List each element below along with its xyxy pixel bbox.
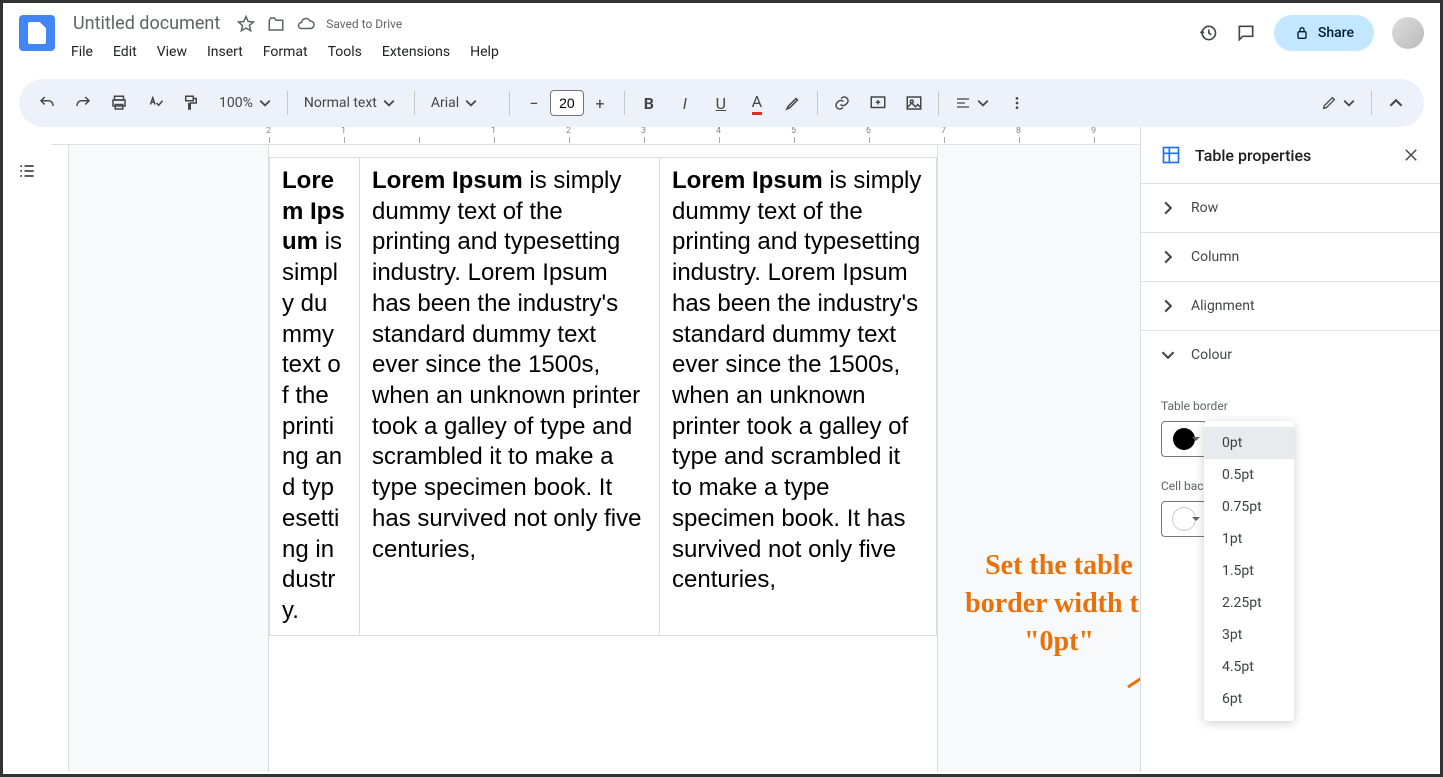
- chevron-right-icon: [1161, 299, 1175, 313]
- border-width-menu: 0pt 0.5pt 0.75pt 1pt 1.5pt 2.25pt 3pt 4.…: [1204, 421, 1294, 721]
- font-dropdown[interactable]: Arial: [423, 87, 501, 119]
- sidebar-item-column[interactable]: Column: [1141, 233, 1440, 281]
- font-size-input[interactable]: [550, 90, 584, 116]
- menu-extensions[interactable]: Extensions: [374, 40, 458, 64]
- star-icon[interactable]: [236, 14, 256, 34]
- vertical-ruler: [51, 145, 69, 772]
- sidebar-item-row[interactable]: Row: [1141, 184, 1440, 232]
- cloud-icon[interactable]: [296, 14, 316, 34]
- font-size-decrease[interactable]: −: [518, 87, 550, 119]
- border-width-option[interactable]: 1pt: [1204, 523, 1294, 555]
- chevron-right-icon: [1161, 201, 1175, 215]
- underline-button[interactable]: U: [705, 87, 737, 119]
- undo-button[interactable]: [31, 87, 63, 119]
- move-icon[interactable]: [266, 14, 286, 34]
- menu-format[interactable]: Format: [255, 40, 316, 64]
- menubar: File Edit View Insert Format Tools Exten…: [63, 40, 1198, 64]
- menu-help[interactable]: Help: [462, 40, 507, 64]
- more-button[interactable]: [1001, 87, 1033, 119]
- border-width-option[interactable]: 6pt: [1204, 683, 1294, 715]
- table-cell[interactable]: Lorem Ipsum is simply dummy text of the …: [660, 158, 937, 636]
- table-cell[interactable]: Lorem Ipsum is simply dummy text of the …: [360, 158, 660, 636]
- comments-icon[interactable]: [1236, 23, 1256, 43]
- align-dropdown[interactable]: [947, 87, 997, 119]
- menu-file[interactable]: File: [63, 40, 101, 64]
- redo-button[interactable]: [67, 87, 99, 119]
- print-button[interactable]: [103, 87, 135, 119]
- spellcheck-button[interactable]: [139, 87, 171, 119]
- share-button[interactable]: Share: [1274, 15, 1374, 51]
- border-width-option[interactable]: 0pt: [1204, 427, 1294, 459]
- save-status: Saved to Drive: [326, 17, 402, 31]
- document-table[interactable]: Lorem Ipsum is simply dummy text of the …: [269, 157, 937, 636]
- chevron-down-icon: [1161, 348, 1175, 362]
- border-width-option[interactable]: 1.5pt: [1204, 555, 1294, 587]
- italic-button[interactable]: I: [669, 87, 701, 119]
- chevron-right-icon: [1161, 250, 1175, 264]
- border-width-option[interactable]: 4.5pt: [1204, 651, 1294, 683]
- sidebar-item-colour[interactable]: Colour: [1141, 331, 1440, 379]
- horizontal-ruler: 2 1 1 2 3 4 5 6 7 8 9 10 11 12 13 14 15: [51, 127, 1140, 145]
- border-width-option[interactable]: 2.25pt: [1204, 587, 1294, 619]
- border-color-dropdown[interactable]: [1161, 421, 1207, 457]
- text-color-button[interactable]: A: [741, 87, 773, 119]
- menu-insert[interactable]: Insert: [199, 40, 251, 64]
- paint-format-button[interactable]: [175, 87, 207, 119]
- collapse-toolbar-button[interactable]: [1380, 87, 1412, 119]
- table-cell[interactable]: Lorem Ipsum is simply dummy text of the …: [270, 158, 360, 636]
- highlight-button[interactable]: [777, 87, 809, 119]
- editing-mode-dropdown[interactable]: [1313, 87, 1363, 119]
- sidebar-item-alignment[interactable]: Alignment: [1141, 282, 1440, 330]
- toolbar: 100% Normal text Arial − + B I U A: [19, 79, 1424, 127]
- background-color-dropdown[interactable]: [1161, 501, 1207, 537]
- history-icon[interactable]: [1198, 23, 1218, 43]
- comment-button[interactable]: [862, 87, 894, 119]
- docs-logo[interactable]: [19, 15, 55, 51]
- page[interactable]: Lorem Ipsum is simply dummy text of the …: [269, 145, 937, 772]
- menu-tools[interactable]: Tools: [320, 40, 370, 64]
- border-width-option[interactable]: 0.75pt: [1204, 491, 1294, 523]
- menu-view[interactable]: View: [149, 40, 195, 64]
- border-width-option[interactable]: 3pt: [1204, 619, 1294, 651]
- outline-icon[interactable]: [11, 155, 43, 187]
- table-border-label: Table border: [1161, 399, 1420, 413]
- table-icon: [1161, 145, 1181, 165]
- style-dropdown[interactable]: Normal text: [296, 87, 406, 119]
- annotation-text: Set the table border width to "0pt": [949, 547, 1140, 660]
- menu-edit[interactable]: Edit: [105, 40, 145, 64]
- document-title[interactable]: Untitled document: [67, 11, 226, 36]
- close-sidebar-button[interactable]: [1402, 146, 1420, 164]
- image-button[interactable]: [898, 87, 930, 119]
- font-size-increase[interactable]: +: [584, 87, 616, 119]
- sidebar-title: Table properties: [1195, 146, 1311, 165]
- border-width-option[interactable]: 0.5pt: [1204, 459, 1294, 491]
- share-label: Share: [1318, 25, 1354, 41]
- account-avatar[interactable]: [1392, 17, 1424, 49]
- zoom-dropdown[interactable]: 100%: [211, 87, 279, 119]
- bold-button[interactable]: B: [633, 87, 665, 119]
- link-button[interactable]: [826, 87, 858, 119]
